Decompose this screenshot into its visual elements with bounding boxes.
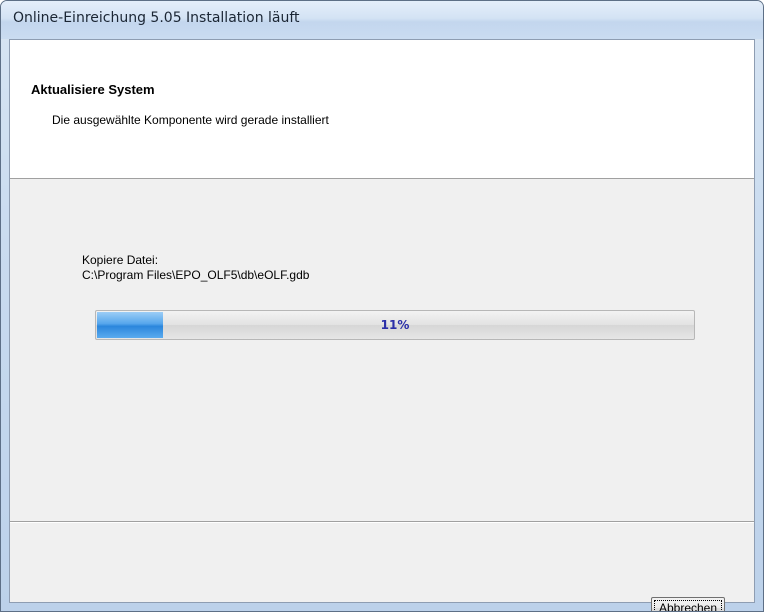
- install-progress-bar: 11%: [95, 310, 695, 340]
- title-bar[interactable]: Online-Einreichung 5.05 Installation läu…: [1, 1, 763, 39]
- cancel-button-label: Abbrechen: [658, 601, 718, 612]
- progress-percent-label: 11%: [380, 318, 410, 332]
- step-description: Die ausgewählte Komponente wird gerade i…: [52, 113, 329, 127]
- step-title: Aktualisiere System: [31, 82, 155, 97]
- footer-divider: [10, 521, 754, 523]
- window-title: Online-Einreichung 5.05 Installation läu…: [13, 10, 300, 26]
- header-panel: Aktualisiere System Die ausgewählte Komp…: [10, 40, 754, 179]
- installer-client-area: Aktualisiere System Die ausgewählte Komp…: [9, 39, 755, 611]
- cancel-button[interactable]: Abbrechen: [651, 597, 725, 612]
- status-file-path: C:\Program Files\EPO_OLF5\db\eOLF.gdb: [82, 268, 310, 282]
- status-label: Kopiere Datei:: [82, 253, 159, 267]
- installer-window: Online-Einreichung 5.05 Installation läu…: [0, 0, 764, 612]
